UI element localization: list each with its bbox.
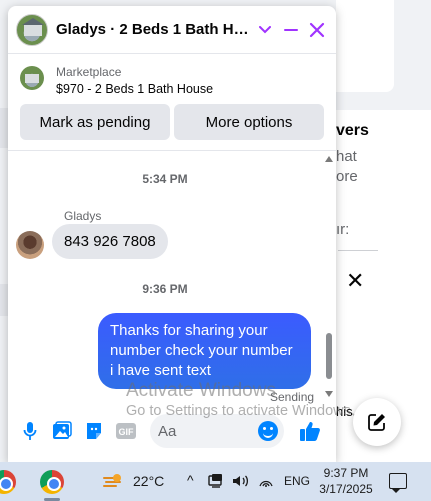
scroll-up-arrow-icon[interactable] <box>325 156 333 162</box>
background-heading: vers <box>336 122 369 139</box>
temperature[interactable]: 22°C <box>133 473 164 489</box>
background-line-3: ır: <box>336 221 350 238</box>
notification-icon[interactable] <box>389 473 407 493</box>
clock[interactable]: 9:37 PM 3/17/2025 <box>316 465 376 497</box>
marketplace-label: Marketplace <box>56 65 122 79</box>
clock-date: 3/17/2025 <box>319 482 373 496</box>
mark-as-pending-button[interactable]: Mark as pending <box>20 104 170 140</box>
message-status: Sending <box>270 390 315 404</box>
microphone-icon[interactable] <box>16 417 44 445</box>
message-composer: GIF <box>8 408 336 454</box>
taskbar: 22°C ^ ENG 9:37 PM 3/17/2025 <box>0 462 431 501</box>
marketplace-actions: Mark as pending More options <box>20 104 324 140</box>
volume-icon[interactable] <box>232 474 250 488</box>
sticker-icon[interactable] <box>80 417 108 445</box>
timestamp: 9:36 PM <box>142 282 188 296</box>
close-icon[interactable] <box>304 17 330 43</box>
background-line-2: ore <box>336 168 358 185</box>
background-line-1: hat <box>336 148 357 165</box>
message-input-wrapper <box>150 414 284 448</box>
timestamp: 5:34 PM <box>142 172 188 186</box>
background-left-edge-lower <box>0 284 8 316</box>
sender-avatar[interactable] <box>16 231 44 259</box>
emoji-icon[interactable] <box>258 421 278 441</box>
chevron-up-icon[interactable]: ^ <box>187 472 194 488</box>
sender-name: Gladys <box>64 209 102 223</box>
thumbs-up-icon[interactable] <box>296 417 324 445</box>
scrollbar-thumb[interactable] <box>326 333 332 379</box>
background-divider <box>338 250 378 251</box>
background-close-icon[interactable]: ✕ <box>346 270 364 292</box>
marketplace-info[interactable]: Marketplace $970 - 2 Beds 1 Bath House <box>20 64 213 98</box>
background-card-top <box>336 0 394 92</box>
minimize-icon[interactable] <box>278 17 304 43</box>
chat-title[interactable]: Gladys · 2 Beds 1 Bath House… <box>56 21 250 38</box>
listing-price-title: $970 - 2 Beds 1 Bath House <box>56 82 214 96</box>
clock-time: 9:37 PM <box>323 466 369 480</box>
more-options-button[interactable]: More options <box>174 104 324 140</box>
wifi-icon[interactable] <box>258 474 276 488</box>
message-input[interactable] <box>158 422 258 440</box>
photo-icon[interactable] <box>48 417 76 445</box>
chrome-app-icon[interactable] <box>0 470 16 494</box>
listing-avatar[interactable] <box>16 13 48 46</box>
chrome-app-icon[interactable] <box>40 470 64 494</box>
chevron-down-icon[interactable] <box>252 17 278 43</box>
gif-icon[interactable]: GIF <box>112 417 140 445</box>
outgoing-message[interactable]: Thanks for sharing your number check you… <box>98 313 311 389</box>
chat-window: Gladys · 2 Beds 1 Bath House… Marketplac… <box>8 6 336 462</box>
listing-thumbnail <box>20 66 44 90</box>
scroll-down-arrow-icon[interactable] <box>325 391 333 397</box>
new-message-button[interactable] <box>353 398 401 446</box>
chat-header: Gladys · 2 Beds 1 Bath House… <box>8 6 336 54</box>
scrollbar[interactable] <box>322 151 336 399</box>
background-left-edge <box>0 108 8 148</box>
message-list: 5:34 PM Gladys 843 926 7808 9:36 PM Than… <box>8 151 322 404</box>
language-indicator[interactable]: ENG <box>284 474 310 488</box>
svg-text:GIF: GIF <box>119 427 135 437</box>
network-icon[interactable] <box>208 474 226 488</box>
incoming-message[interactable]: 843 926 7808 <box>52 224 168 259</box>
weather-icon[interactable] <box>102 472 124 492</box>
compose-icon <box>368 414 385 431</box>
